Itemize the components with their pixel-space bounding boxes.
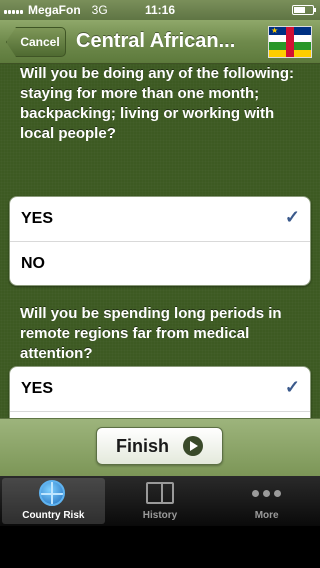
option-label: NO (21, 254, 45, 272)
question-2-options: YES ✓ NO (9, 366, 311, 418)
option-label: YES (21, 210, 54, 227)
nav-bar: Cancel Central African... ★ (0, 20, 320, 64)
question-1-option-yes[interactable]: YES ✓ (10, 197, 310, 241)
status-time: 11:16 (144, 3, 176, 17)
tab-country-risk[interactable]: Country Risk (0, 476, 107, 526)
finish-label: Finish (116, 435, 169, 456)
battery-icon (292, 5, 316, 15)
cancel-button[interactable]: Cancel (6, 27, 66, 57)
finish-button[interactable]: Finish (96, 427, 223, 465)
option-label: YES (21, 380, 54, 397)
book-icon (146, 480, 174, 506)
checkmark-icon: ✓ (284, 207, 300, 227)
tab-label: More (254, 510, 279, 521)
bottom-bezel (0, 526, 320, 568)
status-bar: MegaFon 3G 11:16 (0, 0, 320, 20)
country-flag-icon: ★ (268, 26, 312, 58)
footer-bar: Finish (0, 418, 320, 476)
question-2-option-no[interactable]: NO (10, 411, 310, 418)
question-1-text: Will you be doing any of the following: … (20, 65, 295, 142)
tab-label: History (142, 510, 178, 521)
tab-bar: Country Risk History More (0, 476, 320, 526)
checkmark-icon: ✓ (284, 377, 300, 397)
question-1-options: YES ✓ NO (9, 196, 311, 286)
tab-history[interactable]: History (107, 476, 214, 526)
page-title: Central African... (76, 30, 236, 52)
question-1-option-no[interactable]: NO (10, 241, 310, 285)
question-2-text: Will you be spending long periods in rem… (20, 305, 282, 362)
question-2-option-yes[interactable]: YES ✓ (10, 367, 310, 411)
tab-label: Country Risk (22, 510, 85, 521)
globe-icon (39, 480, 67, 506)
tab-more[interactable]: More (213, 476, 320, 526)
questionnaire-content[interactable]: Will you be doing any of the following: … (0, 64, 320, 418)
play-icon (183, 436, 203, 456)
more-icon (252, 480, 282, 506)
